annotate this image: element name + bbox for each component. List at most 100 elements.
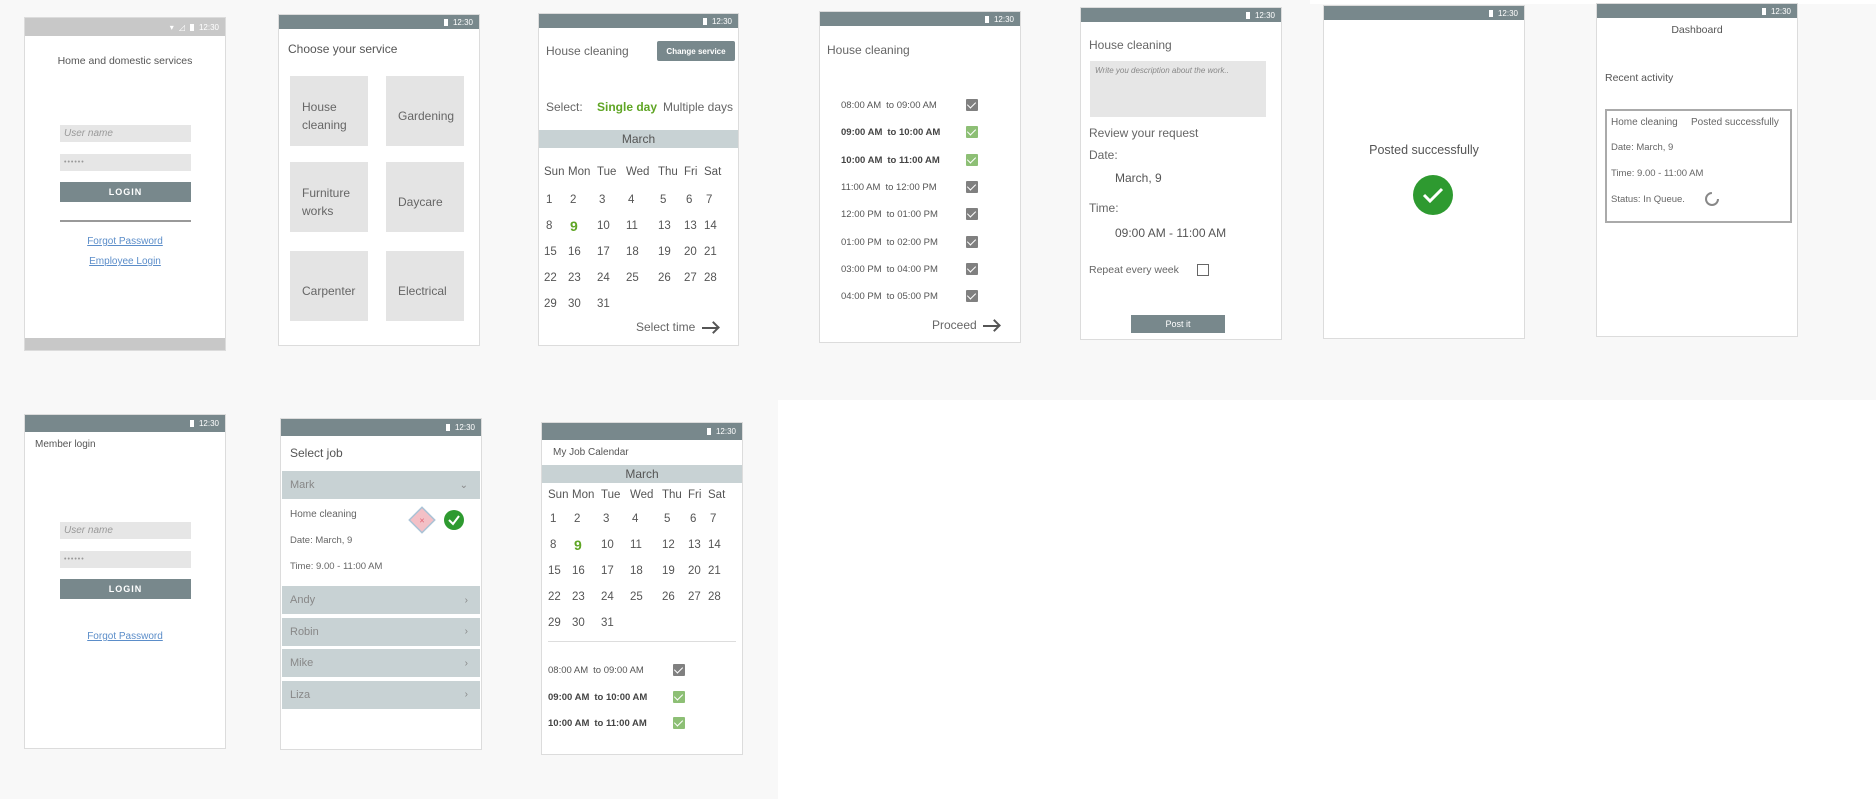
checkbox-checked-green[interactable] <box>966 126 978 139</box>
calendar-day[interactable]: 24 <box>601 591 614 603</box>
calendar-day[interactable]: 30 <box>572 617 585 629</box>
calendar-day[interactable]: 20 <box>684 246 697 258</box>
calendar-day[interactable]: 5 <box>660 194 666 206</box>
password-field[interactable]: •••••• <box>60 551 191 568</box>
tile-daycare[interactable]: Daycare <box>386 162 464 232</box>
tile-house-cleaning[interactable]: House cleaning <box>290 76 368 146</box>
calendar-day[interactable]: 3 <box>599 194 605 206</box>
calendar-day[interactable]: 28 <box>704 272 717 284</box>
calendar-day[interactable]: 13 <box>688 539 701 551</box>
calendar-day[interactable]: 5 <box>664 513 670 525</box>
multiple-days-option[interactable]: Multiple days <box>663 100 733 114</box>
calendar-day[interactable]: 23 <box>572 591 585 603</box>
calendar-day[interactable]: 4 <box>628 194 634 206</box>
calendar-day[interactable]: 10 <box>601 539 614 551</box>
calendar-day[interactable]: 15 <box>544 246 557 258</box>
calendar-day[interactable]: 1 <box>550 513 556 525</box>
job-row-andy[interactable]: Andy › <box>282 586 480 614</box>
calendar-day[interactable]: 25 <box>630 591 643 603</box>
calendar-day[interactable]: 14 <box>708 539 721 551</box>
calendar-day[interactable]: 29 <box>544 298 557 310</box>
checkbox-checked[interactable] <box>966 290 978 303</box>
calendar-day[interactable]: 16 <box>568 246 581 258</box>
calendar-day[interactable]: 8 <box>550 539 556 551</box>
calendar-day[interactable]: 3 <box>603 513 609 525</box>
calendar-day[interactable]: 24 <box>597 272 610 284</box>
checkbox-checked-green[interactable] <box>673 717 685 729</box>
checkbox-checked[interactable] <box>673 664 685 676</box>
calendar-day[interactable]: 2 <box>570 194 576 206</box>
job-row-mike[interactable]: Mike › <box>282 649 480 677</box>
checkbox-checked-green[interactable] <box>966 153 978 166</box>
calendar-day[interactable]: 8 <box>546 220 552 232</box>
proceed-link[interactable]: Proceed <box>932 318 1001 332</box>
calendar-day[interactable]: 17 <box>601 565 614 577</box>
checkbox-checked-green[interactable] <box>673 690 685 703</box>
calendar-day[interactable]: 19 <box>662 565 675 577</box>
accept-check-icon[interactable] <box>443 509 465 531</box>
employee-login-link[interactable]: Employee Login <box>25 256 225 267</box>
calendar-day[interactable]: 19 <box>658 246 671 258</box>
job-row-liza[interactable]: Liza › <box>282 680 480 709</box>
username-field[interactable]: User name <box>60 125 191 142</box>
job-row-robin[interactable]: Robin › <box>282 617 480 646</box>
repeat-checkbox[interactable] <box>1197 264 1209 276</box>
checkbox-checked[interactable] <box>966 235 978 248</box>
calendar-day[interactable]: 6 <box>686 194 692 206</box>
checkbox-checked[interactable] <box>966 208 978 221</box>
calendar-day-selected[interactable]: 9 <box>570 218 578 234</box>
calendar-day[interactable]: 1 <box>546 194 552 206</box>
login-button[interactable]: LOGIN <box>60 579 191 599</box>
checkbox-checked[interactable] <box>966 262 978 275</box>
calendar-day[interactable]: 15 <box>548 565 561 577</box>
calendar-day[interactable]: 2 <box>574 513 580 525</box>
checkbox-checked[interactable] <box>966 180 978 193</box>
calendar-day[interactable]: 23 <box>568 272 581 284</box>
calendar-day-selected[interactable]: 9 <box>574 537 582 553</box>
calendar-day[interactable]: 26 <box>662 591 675 603</box>
calendar-day[interactable]: 13 <box>658 220 671 232</box>
login-button[interactable]: LOGIN <box>60 182 191 202</box>
forgot-password-link[interactable]: Forgot Password <box>25 631 225 642</box>
tile-electrical[interactable]: Electrical <box>386 251 464 321</box>
calendar-day[interactable]: 25 <box>626 272 639 284</box>
calendar-day[interactable]: 22 <box>544 272 557 284</box>
calendar-day[interactable]: 6 <box>690 513 696 525</box>
calendar-day[interactable]: 28 <box>708 591 721 603</box>
calendar-day[interactable]: 21 <box>708 565 721 577</box>
calendar-day[interactable]: 7 <box>710 513 716 525</box>
calendar-day[interactable]: 29 <box>548 617 561 629</box>
password-field[interactable]: •••••• <box>60 154 191 171</box>
calendar-day[interactable]: 11 <box>630 539 642 551</box>
forgot-password-link[interactable]: Forgot Password <box>25 236 225 247</box>
change-service-button[interactable]: Change service <box>657 41 735 61</box>
calendar-day[interactable]: 27 <box>688 591 701 603</box>
calendar-day[interactable]: 10 <box>597 220 610 232</box>
calendar-day[interactable]: 14 <box>704 220 717 232</box>
calendar-day[interactable]: 26 <box>658 272 671 284</box>
calendar-day[interactable]: 21 <box>704 246 717 258</box>
calendar-day[interactable]: 11 <box>626 220 638 232</box>
calendar-day[interactable]: 16 <box>572 565 585 577</box>
calendar-day[interactable]: 13 <box>684 220 697 232</box>
activity-card[interactable]: Home cleaning Posted successfully Date: … <box>1605 109 1792 223</box>
calendar-day[interactable]: 27 <box>684 272 697 284</box>
calendar-day[interactable]: 12 <box>662 539 675 551</box>
tile-gardening[interactable]: Gardening <box>386 76 464 146</box>
calendar-day[interactable]: 31 <box>601 617 614 629</box>
calendar-day[interactable]: 31 <box>597 298 610 310</box>
calendar-day[interactable]: 18 <box>626 246 639 258</box>
calendar-day[interactable]: 17 <box>597 246 610 258</box>
calendar-day[interactable]: 18 <box>630 565 643 577</box>
calendar-day[interactable]: 4 <box>632 513 638 525</box>
calendar-day[interactable]: 22 <box>548 591 561 603</box>
calendar-day[interactable]: 20 <box>688 565 701 577</box>
username-field[interactable]: User name <box>60 522 191 539</box>
description-textarea[interactable]: Write you description about the work.. <box>1090 61 1266 117</box>
post-button[interactable]: Post it <box>1131 315 1225 333</box>
checkbox-checked[interactable] <box>966 99 978 111</box>
single-day-option[interactable]: Single day <box>597 100 657 114</box>
select-time-link[interactable]: Select time <box>636 320 720 334</box>
tile-carpenter[interactable]: Carpenter <box>290 251 368 321</box>
job-row-mark[interactable]: Mark ⌄ <box>282 471 480 499</box>
